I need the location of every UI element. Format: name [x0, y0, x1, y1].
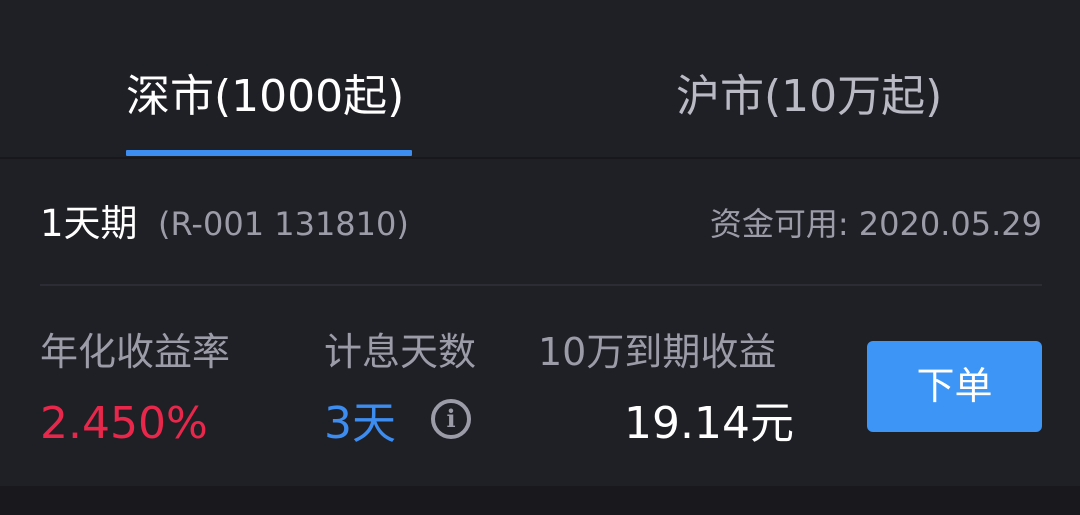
interest-days-label: 计息天数	[324, 330, 477, 374]
bottom-band	[0, 486, 1080, 515]
annual-yield-label: 年化收益率	[40, 330, 231, 374]
product-header: 1天期 (R-001 131810) 资金可用: 2020.05.29	[40, 196, 1042, 252]
repo-trade-panel: 深市(1000起) 沪市(10万起) 1天期 (R-001 131810) 资金…	[0, 0, 1080, 515]
maturity-profit-label: 10万到期收益	[538, 330, 777, 374]
product-name: 1天期	[40, 202, 138, 245]
interest-days-value: 3天	[324, 398, 396, 449]
place-order-button[interactable]: 下单	[867, 341, 1042, 432]
active-tab-indicator	[126, 150, 412, 156]
market-tabs: 深市(1000起) 沪市(10万起)	[0, 0, 1080, 159]
tab-shanghai-market[interactable]: 沪市(10万起)	[676, 66, 942, 136]
tab-shenzhen-market[interactable]: 深市(1000起)	[126, 66, 404, 136]
info-icon[interactable]: i	[431, 399, 471, 439]
maturity-profit-value: 19.14元	[624, 398, 794, 449]
annual-yield-value: 2.450%	[40, 398, 208, 449]
funds-available-date: 资金可用: 2020.05.29	[709, 205, 1042, 243]
divider	[40, 284, 1042, 286]
product-code: (R-001 131810)	[158, 205, 409, 243]
